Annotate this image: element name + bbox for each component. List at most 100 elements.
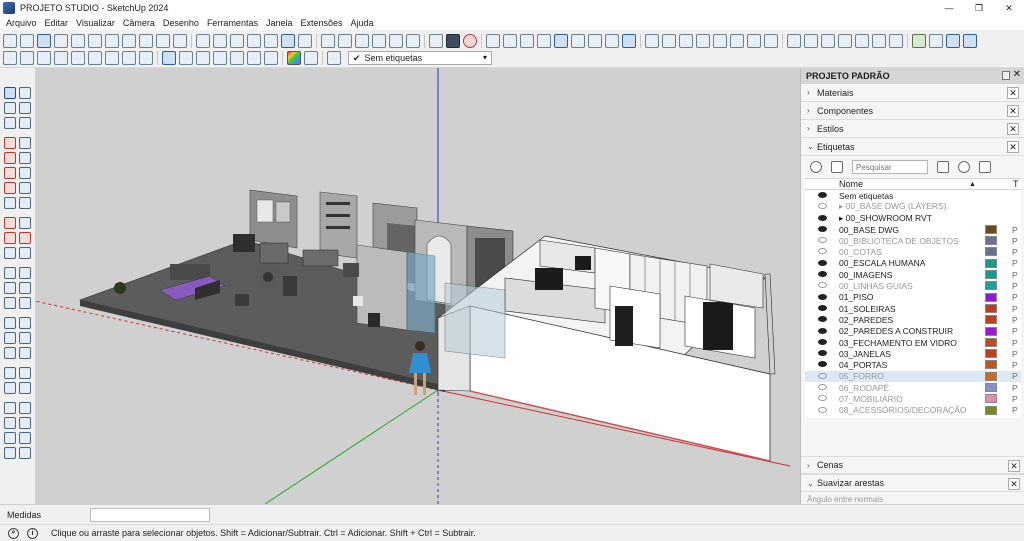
copy-icon[interactable] — [71, 33, 85, 48]
tag-color-swatch[interactable] — [985, 326, 997, 336]
previous-view-icon[interactable] — [19, 347, 31, 359]
tag-row[interactable]: 00_COTAS P — [805, 246, 1021, 257]
visibility-eye-icon[interactable] — [818, 225, 827, 232]
component-icon[interactable] — [3, 51, 17, 65]
solid-split-icon[interactable] — [554, 33, 568, 48]
tags-search-input[interactable] — [852, 160, 928, 174]
tray-cenas[interactable]: › Cenas ✕ — [801, 456, 1024, 474]
back-view-icon[interactable] — [389, 33, 403, 48]
tray-componentes[interactable]: › Componentes ✕ — [801, 102, 1024, 120]
redo-icon[interactable] — [139, 33, 153, 48]
intersect-icon[interactable] — [4, 417, 16, 429]
line-pattern-icon[interactable]: P — [1012, 371, 1018, 381]
scale-tool-icon[interactable] — [4, 247, 16, 259]
tag-color-swatch[interactable] — [985, 270, 997, 280]
pie-tool-icon[interactable] — [19, 197, 31, 209]
model-info-icon[interactable] — [173, 33, 187, 48]
tag-row[interactable]: 04_PORTAS P — [805, 359, 1021, 370]
menu-editar[interactable]: Editar — [45, 18, 69, 28]
cancel-icon[interactable] — [463, 33, 477, 48]
new-file-icon[interactable] — [3, 33, 17, 48]
visibility-eye-icon[interactable] — [818, 248, 827, 255]
tag-row[interactable]: 00_ESCALA HUMANA P — [805, 258, 1021, 269]
select-tool-icon[interactable] — [4, 87, 16, 99]
back-edges-icon[interactable] — [213, 33, 227, 48]
offset-tool-icon[interactable] — [19, 247, 31, 259]
line-pattern-icon[interactable]: P — [1012, 247, 1018, 257]
sandbox-from-contours-icon[interactable] — [662, 33, 676, 48]
tag-row[interactable]: 01_SOLEIRAS P — [805, 303, 1021, 314]
minimize-button[interactable]: — — [934, 0, 964, 16]
right-view-icon[interactable] — [372, 33, 386, 48]
tag-settings-icon[interactable] — [327, 51, 341, 65]
line-pattern-icon[interactable]: P — [1012, 292, 1018, 302]
follow-me-icon[interactable] — [19, 232, 31, 244]
fog-icon[interactable] — [264, 51, 278, 65]
materials-icon[interactable] — [162, 51, 176, 65]
visibility-eye-icon[interactable] — [818, 293, 827, 300]
unhide-icon[interactable] — [139, 51, 153, 65]
menu-camera[interactable]: Câmera — [123, 18, 155, 28]
menu-visualizar[interactable]: Visualizar — [76, 18, 115, 28]
tag-color-swatch[interactable] — [985, 258, 997, 268]
solid-trim-icon[interactable] — [537, 33, 551, 48]
paint-bucket-icon[interactable] — [4, 102, 16, 114]
move-tool-icon[interactable] — [4, 217, 16, 229]
line-pattern-icon[interactable]: P — [1012, 405, 1018, 415]
orbit-icon[interactable] — [4, 317, 16, 329]
line-pattern-icon[interactable]: P — [1012, 360, 1018, 370]
solid-union-icon[interactable] — [486, 33, 500, 48]
freehand-tool-icon[interactable] — [19, 137, 31, 149]
close-tray-icon[interactable]: ✕ — [1013, 69, 1021, 80]
smoove-icon[interactable] — [696, 33, 710, 48]
display-section-icon[interactable] — [929, 33, 943, 48]
line-pattern-icon[interactable]: P — [1012, 225, 1018, 235]
tag-color-swatch[interactable] — [985, 337, 997, 347]
section-plane-tool-icon[interactable] — [19, 382, 31, 394]
model-viewport[interactable] — [35, 68, 800, 504]
line-pattern-icon[interactable]: P — [1012, 236, 1018, 246]
undo-icon[interactable] — [122, 33, 136, 48]
tray-suavizar-arestas[interactable]: ⌄ Suavizar arestas ✕ — [801, 474, 1024, 492]
add-tag-folder-icon[interactable] — [831, 161, 843, 173]
zoom-extents-icon[interactable] — [4, 347, 16, 359]
tag-color-swatch[interactable] — [985, 281, 997, 291]
3d-text-icon[interactable] — [19, 297, 31, 309]
section-fill-icon[interactable] — [963, 33, 977, 48]
tray-materiais[interactable]: › Materiais ✕ — [801, 84, 1024, 102]
cloud-icon[interactable] — [588, 33, 602, 48]
tag-row[interactable]: 05_FORRO P — [805, 370, 1021, 383]
flag-icon[interactable] — [889, 33, 903, 48]
line-pattern-icon[interactable]: P — [1012, 258, 1018, 268]
text-tool-icon[interactable] — [19, 282, 31, 294]
close-icon[interactable]: ✕ — [1007, 87, 1019, 99]
xray-icon[interactable] — [196, 33, 210, 48]
tag-row[interactable]: 03_FECHAMENTO EM VIDRO P — [805, 337, 1021, 348]
tag-row[interactable]: 01_PISO P — [805, 292, 1021, 303]
erase-selection-icon[interactable] — [105, 33, 119, 48]
add-detail-icon[interactable] — [747, 33, 761, 48]
hide-icon[interactable] — [122, 51, 136, 65]
line-pattern-icon[interactable]: P — [1012, 338, 1018, 348]
layers-icon[interactable] — [213, 51, 227, 65]
lasso-tool-icon[interactable] — [19, 87, 31, 99]
section-plane-icon[interactable] — [912, 33, 926, 48]
rectangle-tool-icon[interactable] — [4, 152, 16, 164]
solid-tools-icon[interactable] — [4, 402, 16, 414]
tag-color-swatch[interactable] — [985, 236, 997, 246]
visibility-eye-icon[interactable] — [818, 372, 827, 379]
scenes-icon[interactable] — [230, 51, 244, 65]
line-pattern-icon[interactable]: P — [1012, 315, 1018, 325]
close-button[interactable]: ✕ — [994, 0, 1024, 16]
pan-icon[interactable] — [19, 317, 31, 329]
position-camera-icon[interactable] — [4, 367, 16, 379]
visibility-eye-icon[interactable] — [818, 203, 827, 210]
tag-row[interactable]: ▸ 00_BASE DWG (LAYERS) — [805, 201, 1021, 212]
look-around-icon[interactable] — [4, 382, 16, 394]
rotate-tool-icon[interactable] — [4, 232, 16, 244]
styles-icon[interactable] — [196, 51, 210, 65]
sandbox-icon[interactable] — [19, 447, 31, 459]
tag-color-swatch[interactable] — [985, 303, 997, 313]
components-panel-icon[interactable] — [179, 51, 193, 65]
visibility-eye-icon[interactable] — [818, 361, 827, 368]
